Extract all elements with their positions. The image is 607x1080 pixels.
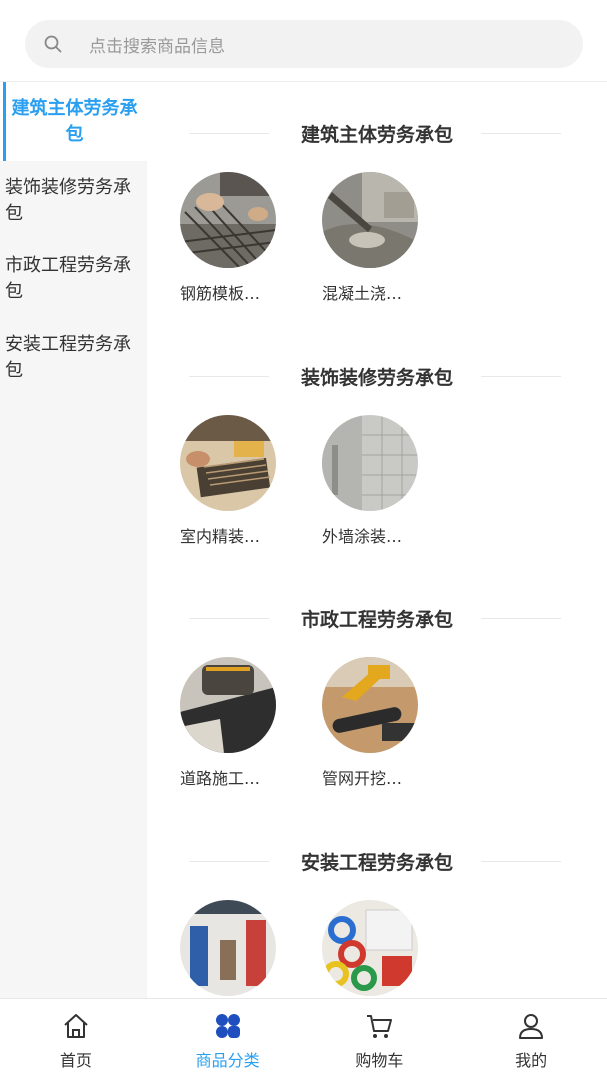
category-section: 市政工程劳务承包 道路施工… 管网开挖…: [147, 603, 607, 843]
category-sidebar: 建筑主体劳务承包 装饰装修劳务承包 市政工程劳务承包 安装工程劳务承包: [0, 82, 147, 998]
home-icon: [61, 1011, 91, 1041]
section-header: 建筑主体劳务承包: [147, 118, 607, 148]
category-section: 安装工程劳务承包: [147, 846, 607, 998]
divider: [189, 618, 269, 619]
tab-label: 商品分类: [195, 1051, 260, 1070]
product-item[interactable]: 钢筋模板…: [180, 172, 276, 304]
product-item[interactable]: 道路施工…: [180, 657, 276, 789]
product-item[interactable]: 管网开挖…: [322, 657, 418, 789]
category-section: 装饰装修劳务承包 室内精装… 外墙涂装…: [147, 361, 607, 601]
section-header: 装饰装修劳务承包: [147, 361, 607, 391]
sidebar-item-label: 安装工程劳务承包: [5, 334, 131, 381]
tab-mine[interactable]: 我的: [455, 999, 607, 1080]
sidebar-item-building[interactable]: 建筑主体劳务承包: [0, 82, 147, 161]
category-grid-icon: [213, 1011, 243, 1041]
tab-cart[interactable]: 购物车: [304, 999, 456, 1080]
product-item[interactable]: 外墙涂装…: [322, 415, 418, 547]
product-image-installation: [180, 900, 276, 996]
product-name: 外墙涂装…: [322, 527, 403, 546]
product-name: 管网开挖…: [322, 769, 403, 788]
product-name: 室内精装…: [180, 527, 261, 546]
divider: [189, 376, 269, 377]
product-image-rebar: [180, 172, 276, 268]
section-header: 安装工程劳务承包: [147, 846, 607, 876]
sidebar-item-label: 建筑主体劳务承包: [11, 98, 138, 145]
product-image-cables: [322, 900, 418, 996]
tab-label: 首页: [59, 1051, 92, 1070]
section-title: 装饰装修劳务承包: [300, 366, 453, 389]
product-name: 混凝土浇…: [322, 284, 403, 303]
product-item[interactable]: [322, 900, 418, 998]
category-content: 建筑主体劳务承包 钢筋模板… 混凝土浇… 装饰装修劳务承包 室内精装… 外墙涂装…: [147, 82, 607, 998]
search-bar[interactable]: 点击搜索商品信息: [25, 20, 583, 68]
product-image-interior: [180, 415, 276, 511]
user-icon: [516, 1011, 546, 1041]
divider: [481, 861, 561, 862]
sidebar-item-municipal[interactable]: 市政工程劳务承包: [0, 241, 147, 321]
section-title: 市政工程劳务承包: [300, 608, 453, 631]
sidebar-item-label: 装饰装修劳务承包: [5, 177, 131, 224]
divider: [189, 133, 269, 134]
tab-label: 购物车: [355, 1051, 404, 1070]
tab-label: 我的: [515, 1051, 548, 1070]
divider: [481, 133, 561, 134]
product-image-road: [180, 657, 276, 753]
bottom-tab-bar: 首页 商品分类 购物车 我的: [0, 998, 607, 1080]
search-icon: [43, 34, 63, 54]
cart-icon: [364, 1011, 394, 1041]
category-section: 建筑主体劳务承包 钢筋模板… 混凝土浇…: [147, 118, 607, 358]
section-title: 建筑主体劳务承包: [300, 123, 453, 146]
sidebar-item-decoration[interactable]: 装饰装修劳务承包: [0, 161, 147, 241]
product-name: 道路施工…: [180, 769, 261, 788]
sidebar-item-installation[interactable]: 安装工程劳务承包: [0, 321, 147, 401]
tab-category[interactable]: 商品分类: [152, 999, 304, 1080]
product-item[interactable]: 室内精装…: [180, 415, 276, 547]
sidebar-item-label: 市政工程劳务承包: [5, 255, 131, 302]
section-title: 安装工程劳务承包: [300, 851, 453, 874]
product-image-concrete: [322, 172, 418, 268]
divider: [481, 618, 561, 619]
divider: [189, 861, 269, 862]
product-name: 钢筋模板…: [180, 284, 261, 303]
header: 点击搜索商品信息: [0, 0, 607, 82]
search-placeholder: 点击搜索商品信息: [89, 36, 225, 57]
section-header: 市政工程劳务承包: [147, 603, 607, 633]
tab-home[interactable]: 首页: [0, 999, 152, 1080]
product-item[interactable]: 混凝土浇…: [322, 172, 418, 304]
product-item[interactable]: [180, 900, 276, 998]
divider: [481, 376, 561, 377]
product-image-pipe-network: [322, 657, 418, 753]
product-image-exterior-wall: [322, 415, 418, 511]
